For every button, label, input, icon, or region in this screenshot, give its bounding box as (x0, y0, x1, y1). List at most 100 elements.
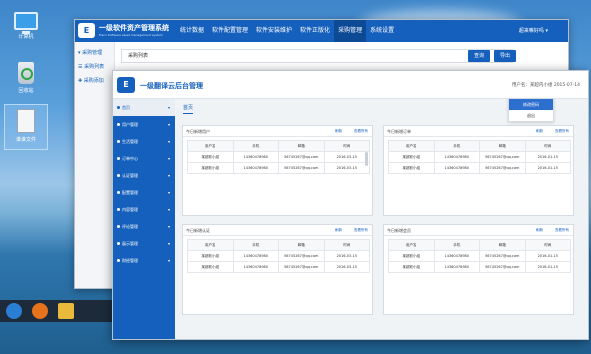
table-row[interactable]: 某超软小组 14360478980 56745267@qq.com 2016-01-1… (388, 151, 571, 163)
sidebar-item[interactable]: 财经管理 (113, 252, 175, 269)
desktop-icon-document[interactable]: 谁谁文件 (4, 104, 48, 150)
table-cell: 某超软小组 (388, 162, 435, 174)
panel-table: 用户名 手机 邮箱 时间 某超软小组 14360478980 56745267@qq.com… (388, 239, 571, 273)
view-all-link[interactable]: 查看所有 (354, 225, 368, 236)
table-cell: 某超软小组 (388, 250, 435, 262)
table-cell: 56745267@qq.com (278, 250, 325, 262)
table-header-row: 用户名 手机 邮箱 时间 (187, 140, 370, 152)
column-header: 用户名 (388, 140, 435, 152)
nav-item[interactable]: 系统设置 (366, 20, 398, 42)
start-icon[interactable] (6, 303, 22, 319)
column-header: 手机 (232, 140, 279, 152)
table-header-row: 用户名 手机 邮箱 时间 (388, 140, 571, 152)
table-row[interactable]: 某超软小组 14360478980 56745267@qq.com 2016-01-1… (388, 162, 571, 174)
view-all-link[interactable]: 查看所有 (555, 126, 569, 137)
table-cell: 56745267@qq.com (479, 250, 526, 262)
document-icon (17, 109, 35, 133)
panel-table: 用户名 手机 邮箱 时间 某超软小组 14360478980 56745267@qq.com… (187, 140, 370, 174)
front-sidebar: 首页 用户管理 生活管理 订单中心 认证管理 配置管理 内容管理 评论管理 展示… (113, 99, 175, 339)
sidebar-item[interactable]: 用户管理 (113, 116, 175, 133)
sidebar-item[interactable]: 配置管理 (113, 184, 175, 201)
front-header: E 一级翻译云后台管理 用户名：某超内小组 2015-07-14 (113, 71, 588, 99)
sidebar-item[interactable]: 认证管理 (113, 167, 175, 184)
column-header: 手机 (232, 239, 279, 251)
sidebar-item-purchase-add[interactable]: ✚ 采购添加 (75, 70, 114, 84)
view-all-link[interactable]: 查看所有 (555, 225, 569, 236)
sidebar-item-purchase-list[interactable]: ☰ 采购列表 (75, 56, 114, 70)
table-cell: 14360478980 (433, 250, 480, 262)
main-nav: 统计数据 软件配置管理 软件安装维护 软件正版化 采购管理 系统设置 (176, 20, 398, 42)
table-row[interactable]: 某超软小组 14360478980 56745267@qq.com 2016-01-1… (388, 250, 571, 262)
export-button[interactable]: 导出 (494, 50, 516, 62)
table-cell: 56745267@qq.com (479, 261, 526, 273)
logo-icon: E (117, 77, 135, 93)
table-cell: 2016-03-15 (323, 250, 370, 262)
column-header: 时间 (323, 140, 370, 152)
nav-item[interactable]: 软件安装维护 (252, 20, 296, 42)
folder-icon[interactable] (58, 303, 74, 319)
sidebar-item[interactable]: 内容管理 (113, 201, 175, 218)
user-menu[interactable]: 超来嘛好吗 ▾ (519, 20, 548, 42)
table-cell: 2016-01-15 (524, 151, 571, 163)
table-header-row: 用户名 手机 邮箱 时间 (187, 239, 370, 251)
sidebar-item[interactable]: 订单中心 (113, 150, 175, 167)
sidebar-item[interactable]: 展示管理 (113, 235, 175, 252)
nav-item[interactable]: 软件正版化 (296, 20, 334, 42)
recycle-bin-icon (18, 62, 34, 84)
column-header: 手机 (433, 239, 480, 251)
table-cell: 14360478980 (433, 151, 480, 163)
nav-item[interactable]: 软件配置管理 (208, 20, 252, 42)
column-header: 时间 (524, 140, 571, 152)
view-all-link[interactable]: 查看所有 (354, 126, 368, 137)
query-button[interactable]: 查询 (468, 50, 490, 62)
table-cell: 某超软小组 (187, 151, 234, 163)
table-cell: 某超软小组 (388, 151, 435, 163)
desktop-icon-label: 计算机 (18, 34, 34, 40)
table-cell: 2016-03-15 (323, 151, 370, 163)
table-cell: 某超软小组 (187, 162, 234, 174)
table-cell: 2016-03-15 (323, 162, 370, 174)
table-cell: 2016-01-15 (524, 261, 571, 273)
sidebar-section[interactable]: ▾ 采购管理 (75, 42, 114, 56)
panel-new-certifications: 今日新增认证 刷新 查看所有 用户名 手机 邮箱 时间 某超软小组 14360478980 567… (182, 224, 373, 315)
nav-item-active[interactable]: 采购管理 (334, 20, 367, 42)
panel-title: 今日新增订单 (387, 129, 411, 134)
firefox-icon[interactable] (32, 303, 48, 319)
nav-item[interactable]: 统计数据 (176, 20, 208, 42)
table-cell: 2016-01-15 (524, 250, 571, 262)
tab-home[interactable]: 首页 (183, 104, 194, 114)
table-cell: 56745267@qq.com (479, 162, 526, 174)
translation-admin-window: E 一级翻译云后台管理 用户名：某超内小组 2015-07-14 修改密码 退出… (112, 70, 589, 340)
table-cell: 14360478980 (232, 250, 279, 262)
table-cell: 某超软小组 (187, 261, 234, 273)
refresh-link[interactable]: 刷新 (536, 225, 543, 236)
table-row[interactable]: 某超软小组 14360478980 56745267@qq.com 2016-03-1… (187, 162, 370, 174)
back-sidebar: ▾ 采购管理 ☰ 采购列表 ✚ 采购添加 (75, 42, 115, 288)
refresh-link[interactable]: 刷新 (335, 126, 342, 137)
table-cell: 14360478980 (433, 261, 480, 273)
column-header: 手机 (433, 140, 480, 152)
table-cell: 56745267@qq.com (278, 162, 325, 174)
sidebar-item[interactable]: 评论管理 (113, 218, 175, 235)
change-password-item[interactable]: 修改密码 (509, 99, 553, 110)
table-row[interactable]: 某超软小组 14360478980 56745267@qq.com 2016-03-1… (187, 151, 370, 163)
table-row[interactable]: 某超软小组 14360478980 56745267@qq.com 2016-03-1… (187, 250, 370, 262)
table-header-row: 用户名 手机 邮箱 时间 (388, 239, 571, 251)
table-cell: 14360478980 (232, 162, 279, 174)
table-row[interactable]: 某超软小组 14360478980 56745267@qq.com 2016-01-1… (388, 261, 571, 273)
table-cell: 56745267@qq.com (479, 151, 526, 163)
app-subtitle: Eisco Software asset management system (99, 33, 163, 37)
logout-item[interactable]: 退出 (509, 110, 553, 121)
table-row[interactable]: 某超软小组 14360478980 56745267@qq.com 2016-03-1… (187, 261, 370, 273)
desktop-icon-recycle-bin[interactable]: 回收站 (4, 62, 48, 94)
column-header: 时间 (323, 239, 370, 251)
sidebar-item-home[interactable]: 首页 (113, 99, 175, 116)
desktop-icon-computer[interactable]: 计算机 (4, 12, 48, 40)
refresh-link[interactable]: 刷新 (335, 225, 342, 236)
sidebar-item[interactable]: 生活管理 (113, 133, 175, 150)
scrollbar[interactable] (365, 152, 368, 166)
table-cell: 56745267@qq.com (278, 151, 325, 163)
user-info[interactable]: 用户名：某超内小组 2015-07-14 (512, 82, 580, 88)
panel-header: 今日新增会员 刷新 查看所有 (384, 225, 573, 236)
refresh-link[interactable]: 刷新 (536, 126, 543, 137)
